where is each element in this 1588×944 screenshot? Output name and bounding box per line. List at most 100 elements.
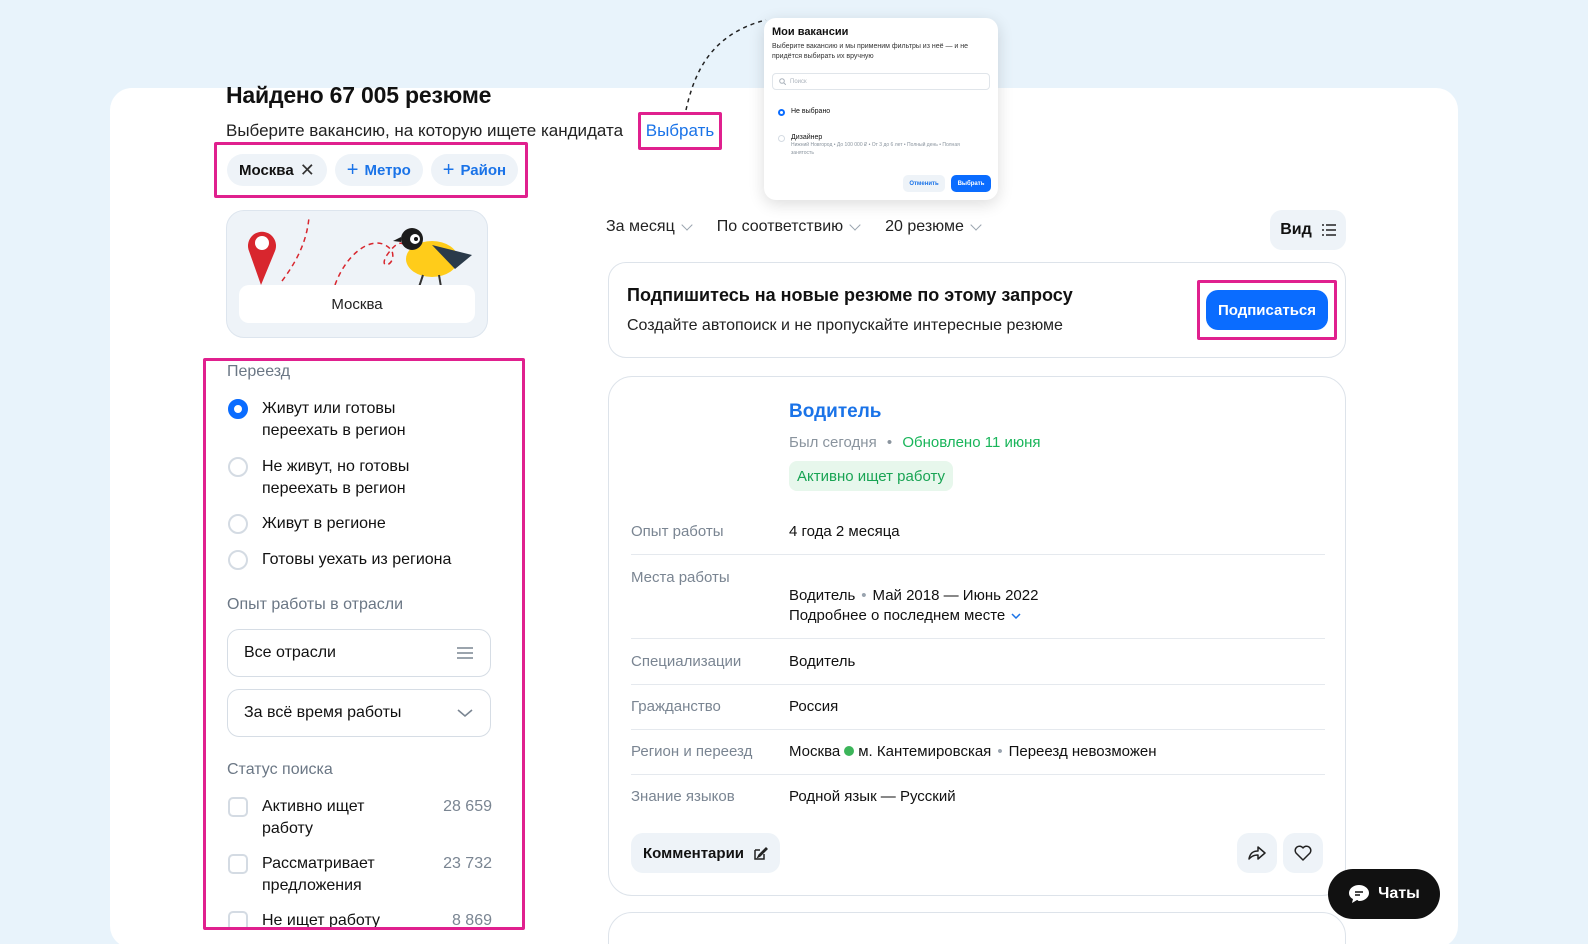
place-position: Водитель (789, 587, 856, 604)
plus-icon: + (442, 158, 455, 181)
filters-panel: Переезд Живут или готовы переехать в рег… (203, 358, 525, 930)
industry-select[interactable]: Все отрасли (227, 629, 491, 677)
updated-date: Обновлено 11 июня (902, 434, 1041, 451)
order-dropdown[interactable]: По соответствию (716, 218, 861, 236)
subscribe-title: Подпишитесь на новые резюме по этому зап… (627, 285, 1073, 305)
page-subtitle: Выберите вакансию, на которую ищете канд… (226, 121, 624, 140)
radio (228, 550, 248, 570)
period-select-value: За всё время работы (244, 704, 402, 721)
row-value: Москва м. Кантемировская • Переезд невозмож… (789, 743, 1157, 760)
region-metro: м. Кантемировская (858, 743, 992, 760)
share-icon (1248, 846, 1266, 860)
list-view-icon (1321, 224, 1336, 236)
popup-option-none[interactable]: Не выбрано (778, 108, 830, 116)
comments-button-label: Комментарии (643, 844, 745, 862)
per-page-dropdown-label: 20 резюме (885, 218, 964, 235)
relocation-heading: Переезд (227, 363, 291, 380)
relocation-option[interactable]: Не живут, но готовы переехать в регион (228, 456, 462, 500)
popup-option-text: Дизайнер Нижний Новгород • До 100 000 ₽ … (791, 134, 981, 157)
chip-city[interactable]: Москва ✕ (227, 154, 327, 186)
vacancy-popup: Мои вакансии Выберите вакансию и мы прим… (764, 18, 998, 200)
chats-button[interactable]: Чаты (1328, 869, 1440, 919)
resume-card-next (608, 912, 1346, 944)
chevron-down-icon (970, 219, 982, 231)
chip-add-metro[interactable]: + Метро (334, 154, 423, 186)
chevron-down-icon (681, 219, 693, 231)
favorite-button[interactable] (1283, 833, 1323, 873)
more-link-label: Подробнее о последнем месте (789, 607, 1006, 624)
industry-heading: Опыт работы в отрасли (227, 596, 404, 613)
map-pin-icon (248, 231, 276, 285)
row-value: Водитель (789, 653, 856, 670)
row-label: Регион и переезд (631, 743, 753, 760)
chip-add-district[interactable]: + Район (430, 154, 519, 186)
region-relocation: Переезд невозможен (1008, 743, 1157, 760)
per-page-dropdown[interactable]: 20 резюме (885, 218, 982, 236)
chip-district-label: Район (460, 161, 507, 179)
relocation-option[interactable]: Живут в регионе (228, 513, 386, 535)
search-status-option[interactable]: Не ищет работу 8 869 (228, 910, 492, 929)
chip-metro-label: Метро (364, 161, 411, 179)
row-label: Места работы (631, 569, 730, 586)
popup-option-vacancy[interactable]: Дизайнер Нижний Новгород • До 100 000 ₽ … (778, 134, 981, 157)
heart-icon (1294, 845, 1312, 861)
resume-title-link[interactable]: Водитель (789, 401, 881, 423)
search-status-label: Активно ищет работу (262, 798, 365, 837)
location-chips: Москва ✕ + Метро + Район (214, 142, 528, 198)
row-value: Родной язык — Русский (789, 788, 956, 805)
row-value: 4 года 2 месяца (789, 523, 900, 540)
share-button[interactable] (1237, 833, 1277, 873)
popup-option-label: Дизайнер (791, 134, 823, 141)
relocation-option[interactable]: Живут или готовы переехать в регион (228, 398, 462, 442)
search-status-count: 28 659 (443, 798, 492, 815)
relocation-option-label: Живут или готовы переехать в регион (262, 400, 406, 439)
period-select[interactable]: За всё время работы (227, 689, 491, 737)
resume-row-experience: Опыт работы 4 года 2 месяца (631, 523, 1325, 555)
search-status-heading: Статус поиска (227, 761, 333, 778)
map-card[interactable]: Москва (226, 210, 488, 338)
search-status-option[interactable]: Активно ищет работу 28 659 (228, 796, 492, 840)
radio-checked (778, 109, 785, 116)
view-button-label: Вид (1280, 221, 1312, 238)
search-status-count: 8 869 (451, 912, 492, 929)
popup-cancel-button[interactable]: Отменить (903, 175, 945, 192)
row-label: Опыт работы (631, 523, 724, 540)
subscribe-button-highlight: Подписаться (1197, 280, 1337, 340)
period-dropdown-label: За месяц (606, 218, 675, 235)
popup-option-details: Нижний Новгород • До 100 000 ₽ • От 3 до… (791, 142, 960, 156)
radio (778, 135, 785, 142)
list-icon (457, 647, 473, 659)
subscribe-button[interactable]: Подписаться (1206, 290, 1328, 330)
search-status-count: 23 732 (443, 855, 492, 872)
page-title: Найдено 67 005 резюме (226, 82, 492, 108)
row-label: Специализации (631, 653, 742, 670)
close-icon[interactable]: ✕ (300, 160, 315, 181)
relocation-option-label: Готовы уехать из региона (262, 551, 452, 568)
relocation-option-label: Не живут, но готовы переехать в регион (262, 458, 410, 497)
row-label: Гражданство (631, 698, 721, 715)
popup-description: Выберите вакансию и мы применим фильтры … (772, 43, 969, 60)
relocation-option[interactable]: Готовы уехать из региона (228, 549, 451, 571)
industry-select-value: Все отрасли (244, 644, 336, 661)
period-dropdown[interactable]: За месяц (606, 218, 693, 236)
popup-confirm-button[interactable]: Выбрать (951, 175, 991, 192)
popup-option-label: Не выбрано (791, 108, 831, 115)
resume-row-languages: Знание языков Родной язык — Русский (631, 788, 1325, 820)
map-label: Москва (239, 285, 475, 323)
status-badge: Активно ищет работу (789, 461, 954, 491)
order-dropdown-label: По соответствию (716, 218, 844, 235)
comments-button[interactable]: Комментарии (631, 833, 781, 873)
popup-search-placeholder: Поиск (790, 78, 807, 85)
chevron-down-icon (457, 709, 473, 718)
view-button[interactable]: Вид (1270, 210, 1346, 250)
edit-icon (754, 847, 769, 860)
choose-vacancy-link[interactable]: Выбрать (638, 112, 722, 150)
popup-search-input[interactable]: Поиск (772, 73, 990, 90)
search-icon (779, 78, 786, 85)
search-status-option[interactable]: Рассматривает предложения 23 732 (228, 853, 492, 897)
last-seen: Был сегодня (789, 434, 877, 451)
checkbox (228, 854, 248, 874)
plus-icon: + (346, 158, 359, 181)
more-about-place-link[interactable]: Подробнее о последнем месте (789, 607, 1021, 624)
chats-button-label: Чаты (1378, 885, 1420, 902)
